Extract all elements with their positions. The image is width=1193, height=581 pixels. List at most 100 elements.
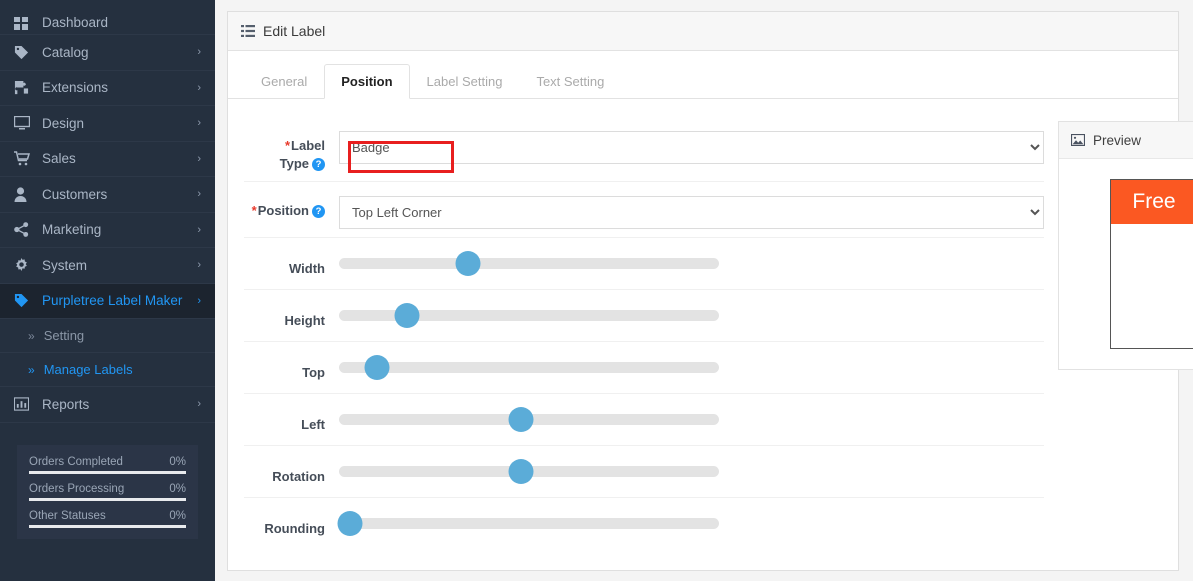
height-label: Height (244, 298, 339, 330)
sidebar-item-catalog[interactable]: Catalog › (0, 35, 215, 71)
stat-value: 0% (169, 483, 186, 495)
rounding-slider[interactable] (339, 508, 719, 529)
sidebar-item-system[interactable]: System › (0, 248, 215, 284)
sidebar-item-label: Reports (36, 397, 197, 412)
stat-progress-bar (29, 525, 186, 528)
cart-icon (14, 151, 36, 166)
sidebar-item-label: Design (36, 116, 197, 131)
rounding-label: Rounding (244, 506, 339, 538)
chevron-right-icon: › (197, 46, 201, 58)
sidebar-subitem-label: Manage Labels (44, 362, 133, 377)
share-icon (14, 222, 36, 237)
preview-body: Free (1059, 159, 1193, 369)
sidebar-item-label: Purpletree Label Maker (36, 293, 197, 308)
sidebar-item-purpletree-label-maker[interactable]: Purpletree Label Maker › (0, 284, 215, 320)
sidebar-item-label: Customers (36, 187, 197, 202)
position-tab-content: *Label Type? Badge Ribbon Image Text (228, 99, 1178, 550)
gear-icon (14, 258, 36, 273)
slider-handle[interactable] (509, 407, 534, 432)
preview-badge: Free (1111, 180, 1193, 224)
order-stats-box: Orders Completed 0% Orders Processing 0%… (17, 445, 198, 539)
stat-label: Other Statuses (29, 510, 106, 522)
sidebar-subitem-setting[interactable]: » Setting (0, 319, 215, 353)
edit-label-panel: Edit Label General Position Label Settin… (227, 11, 1179, 571)
position-select[interactable]: Top Left Corner Top Right Corner Bottom … (339, 196, 1044, 229)
stat-progress-bar (29, 471, 186, 474)
sidebar-subitem-label: Setting (44, 328, 84, 343)
top-label: Top (244, 350, 339, 382)
slider-handle[interactable] (365, 355, 390, 380)
preview-product-box: Free (1110, 179, 1193, 349)
label-type-select[interactable]: Badge Ribbon Image Text (339, 131, 1044, 164)
tag-icon (14, 293, 36, 308)
left-slider[interactable] (339, 404, 719, 425)
position-label: *Position? (244, 190, 339, 220)
slider-track[interactable] (339, 362, 719, 373)
field-row-height: Height (244, 290, 1044, 342)
position-label-text: Position (258, 203, 309, 218)
chevron-right-icon: › (197, 259, 201, 271)
slider-track[interactable] (339, 310, 719, 321)
slider-track[interactable] (339, 414, 719, 425)
sidebar-subitem-manage-labels[interactable]: » Manage Labels (0, 353, 215, 387)
stat-value: 0% (169, 456, 186, 468)
help-icon[interactable]: ? (312, 158, 325, 171)
preview-header: Preview (1059, 122, 1193, 159)
tab-text-setting[interactable]: Text Setting (519, 64, 621, 99)
tag-icon (14, 45, 36, 60)
sidebar-item-customers[interactable]: Customers › (0, 177, 215, 213)
height-slider[interactable] (339, 300, 719, 321)
slider-handle[interactable] (509, 459, 534, 484)
slider-track[interactable] (339, 518, 719, 529)
width-label: Width (244, 246, 339, 278)
chevron-right-icon: › (197, 295, 201, 307)
field-row-left: Left (244, 394, 1044, 446)
field-row-rotation: Rotation (244, 446, 1044, 498)
field-row-position: *Position? Top Left Corner Top Right Cor… (244, 182, 1044, 238)
tab-bar: General Position Label Setting Text Sett… (228, 51, 1178, 99)
bar-chart-icon (14, 397, 36, 411)
sidebar-item-extensions[interactable]: Extensions › (0, 71, 215, 107)
rotation-label: Rotation (244, 454, 339, 486)
field-row-label-type: *Label Type? Badge Ribbon Image Text (244, 121, 1044, 182)
slider-track[interactable] (339, 258, 719, 269)
app-root: Dashboard Catalog › Extensions › Design … (0, 0, 1193, 581)
top-slider[interactable] (339, 352, 719, 373)
sidebar-item-reports[interactable]: Reports › (0, 387, 215, 423)
preview-title: Preview (1093, 133, 1141, 148)
sidebar-item-label: Dashboard (36, 15, 201, 30)
field-row-width: Width (244, 238, 1044, 290)
rotation-slider[interactable] (339, 456, 719, 477)
slider-handle[interactable] (456, 251, 481, 276)
sidebar-item-design[interactable]: Design › (0, 106, 215, 142)
preview-column: Preview Free (1044, 121, 1193, 550)
required-asterisk: * (285, 138, 290, 153)
sidebar-item-dashboard[interactable]: Dashboard (0, 0, 215, 35)
sidebar-item-marketing[interactable]: Marketing › (0, 213, 215, 249)
sidebar-item-label: Extensions (36, 80, 197, 95)
slider-track[interactable] (339, 466, 719, 477)
tab-label-setting[interactable]: Label Setting (410, 64, 520, 99)
sidebar-item-sales[interactable]: Sales › (0, 142, 215, 178)
chevron-right-icon: › (197, 398, 201, 410)
field-row-rounding: Rounding (244, 498, 1044, 550)
label-type-label-text2: Type (280, 156, 309, 171)
stat-progress-bar (29, 498, 186, 501)
stat-label: Orders Processing (29, 483, 124, 495)
label-type-label: *Label Type? (244, 129, 339, 173)
chevron-right-icon: › (197, 224, 201, 236)
image-icon (1071, 134, 1085, 146)
tab-general[interactable]: General (244, 64, 324, 99)
stat-row: Other Statuses 0% (29, 510, 186, 528)
field-row-top: Top (244, 342, 1044, 394)
dashboard-icon (14, 17, 36, 30)
slider-handle[interactable] (338, 511, 363, 536)
sidebar-item-label: System (36, 258, 197, 273)
sidebar-item-label: Catalog (36, 45, 197, 60)
width-slider[interactable] (339, 248, 719, 269)
slider-handle[interactable] (395, 303, 420, 328)
label-type-label-text: Label (291, 138, 325, 153)
user-icon (14, 187, 36, 202)
tab-position[interactable]: Position (324, 64, 409, 99)
help-icon[interactable]: ? (312, 205, 325, 218)
